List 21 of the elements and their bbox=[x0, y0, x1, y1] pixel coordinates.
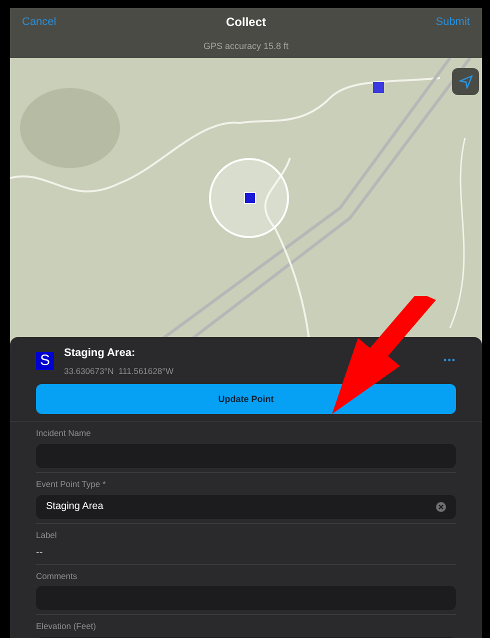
field-label: Comments bbox=[36, 570, 78, 582]
window-title: Collect bbox=[226, 14, 266, 31]
feature-symbol: S bbox=[36, 352, 54, 370]
feature-title: Staging Area: bbox=[64, 346, 136, 361]
feature-marker-icon[interactable] bbox=[373, 82, 384, 93]
navigate-button[interactable] bbox=[452, 68, 479, 95]
field-label: Incident Name bbox=[36, 427, 92, 440]
field-label: Event Point Type * bbox=[36, 478, 107, 491]
dropdown-field[interactable]: Staging Area bbox=[36, 494, 456, 519]
navigation-arrow-icon bbox=[458, 74, 472, 88]
location-marker-icon[interactable] bbox=[244, 192, 256, 204]
field-label: Label bbox=[36, 528, 58, 542]
gps-accuracy-text: GPS accuracy 15.8 ft bbox=[203, 40, 289, 54]
clear-icon[interactable] bbox=[436, 502, 446, 512]
more-button[interactable]: ••• bbox=[444, 354, 456, 368]
cancel-button[interactable]: Cancel bbox=[22, 14, 56, 30]
field-label: Elevation (Feet) bbox=[36, 620, 97, 633]
update-point-button[interactable]: Update Point bbox=[36, 384, 456, 414]
field-value: -- bbox=[36, 546, 44, 560]
coordinates-text: 33.630673°N 111.561628°W bbox=[64, 364, 174, 378]
submit-button[interactable]: Submit bbox=[436, 14, 470, 30]
